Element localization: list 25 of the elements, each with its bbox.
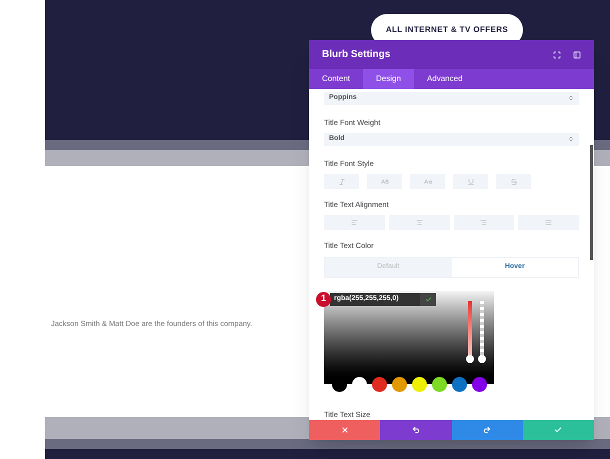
alpha-slider[interactable] bbox=[478, 300, 486, 363]
strikethrough-icon bbox=[510, 178, 518, 186]
scrollbar[interactable] bbox=[590, 145, 593, 260]
undo-icon bbox=[412, 426, 420, 434]
sidebar-icon[interactable] bbox=[573, 50, 581, 58]
step-badge: 1 bbox=[316, 292, 331, 307]
expand-icon[interactable] bbox=[553, 50, 561, 58]
check-icon bbox=[424, 296, 432, 303]
capitalize-icon bbox=[424, 178, 432, 186]
check-icon bbox=[554, 426, 562, 434]
redo-icon bbox=[483, 426, 492, 434]
uppercase-icon bbox=[380, 178, 388, 186]
tab[interactable]: Design bbox=[363, 69, 414, 89]
confirm-color-button[interactable] bbox=[420, 292, 436, 306]
align-justify-icon bbox=[545, 219, 552, 226]
modal-title: Blurb Settings bbox=[322, 48, 392, 62]
italic-icon bbox=[338, 178, 346, 186]
underline-icon bbox=[466, 178, 474, 186]
close-icon bbox=[340, 426, 349, 434]
tab[interactable]: Content bbox=[309, 69, 364, 89]
tab[interactable]: Advanced bbox=[414, 69, 476, 89]
align-center-icon bbox=[416, 219, 423, 226]
align-right-icon bbox=[480, 219, 488, 226]
hue-slider[interactable] bbox=[466, 300, 474, 363]
align-left-icon bbox=[350, 219, 358, 226]
